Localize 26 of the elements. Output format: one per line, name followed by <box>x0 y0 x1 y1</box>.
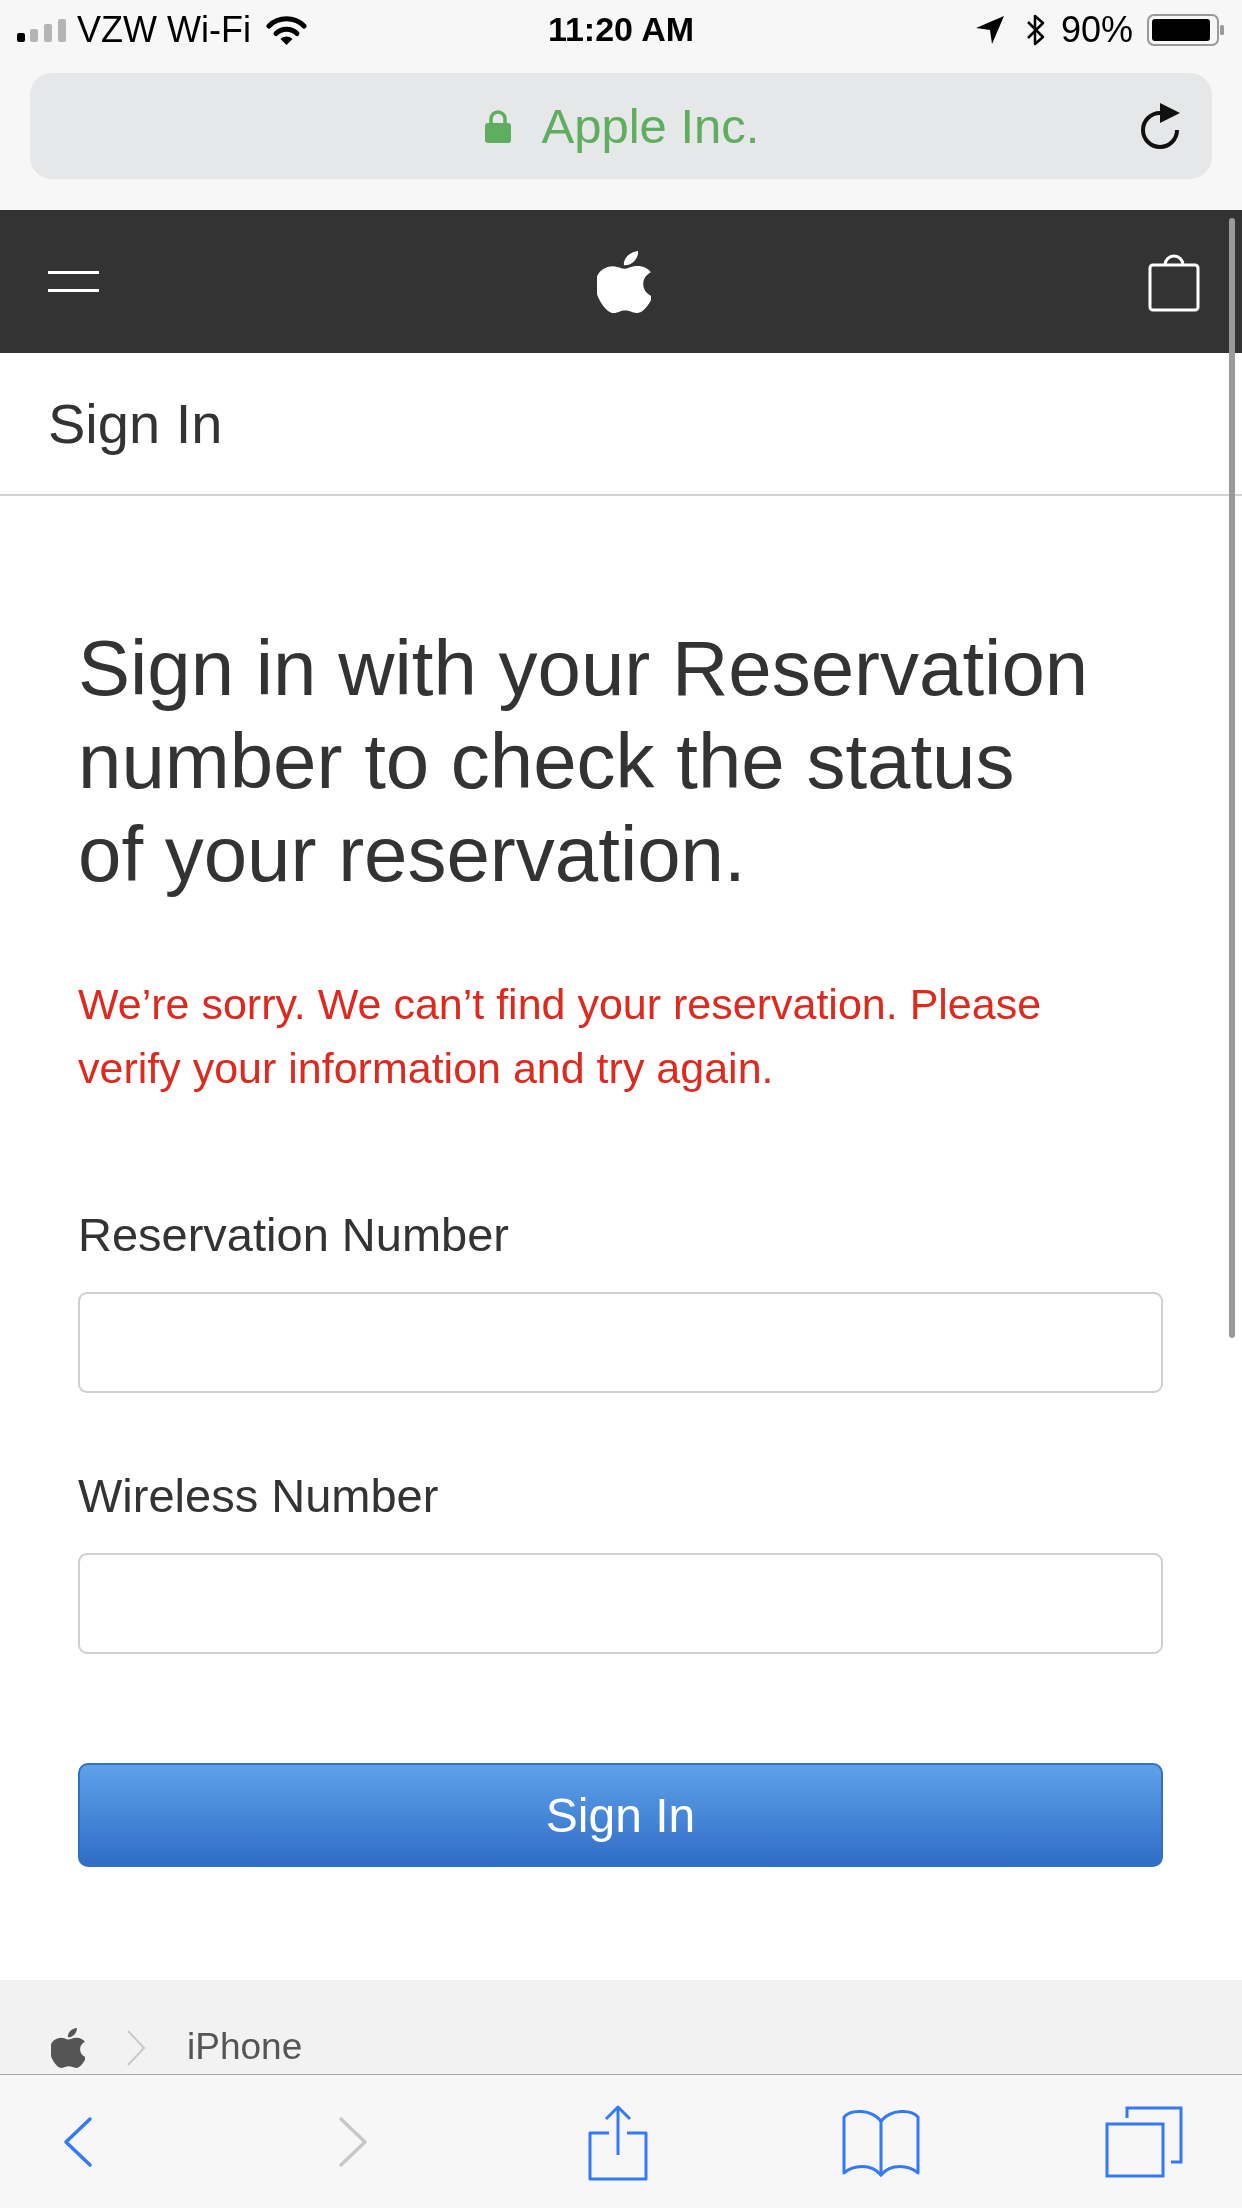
carrier-label: VZW Wi-Fi <box>77 10 251 50</box>
lock-icon <box>482 108 513 144</box>
bluetooth-icon <box>1024 13 1047 47</box>
site-name: Apple Inc. <box>541 97 760 155</box>
location-arrow-icon <box>974 15 1005 45</box>
battery-percent: 90% <box>1060 10 1133 50</box>
field-label: Wireless Number <box>78 1468 439 1524</box>
form-heading: Sign in with your Reservation number to check the status of your reservation. <box>78 623 1090 900</box>
address-bar[interactable]: Apple Inc. <box>30 73 1212 179</box>
chevron-icon <box>125 2028 147 2068</box>
breadcrumb-link[interactable]: iPhone <box>187 2026 303 2068</box>
battery-icon <box>1147 14 1225 46</box>
apple-icon[interactable] <box>51 2028 85 2068</box>
input-field[interactable] <box>78 1553 1163 1654</box>
apple-icon[interactable] <box>596 250 651 313</box>
wifi-icon <box>265 15 307 45</box>
input-field[interactable] <box>78 1292 1163 1393</box>
sign-in-button[interactable]: Sign In <box>78 1763 1163 1867</box>
field-label: Reservation Number <box>78 1207 509 1263</box>
error-message: We’re sorry. We can’t find your reservation. Please verify your information and try again. <box>78 979 1043 1094</box>
signal-icon <box>17 18 66 42</box>
overlapping-squares-icon[interactable] <box>1105 2105 1183 2178</box>
status-time: 11:20 AM <box>547 11 695 49</box>
back-icon[interactable] <box>62 2115 94 2168</box>
page-title: Sign In <box>48 390 223 457</box>
menu-icon[interactable] <box>48 271 99 292</box>
